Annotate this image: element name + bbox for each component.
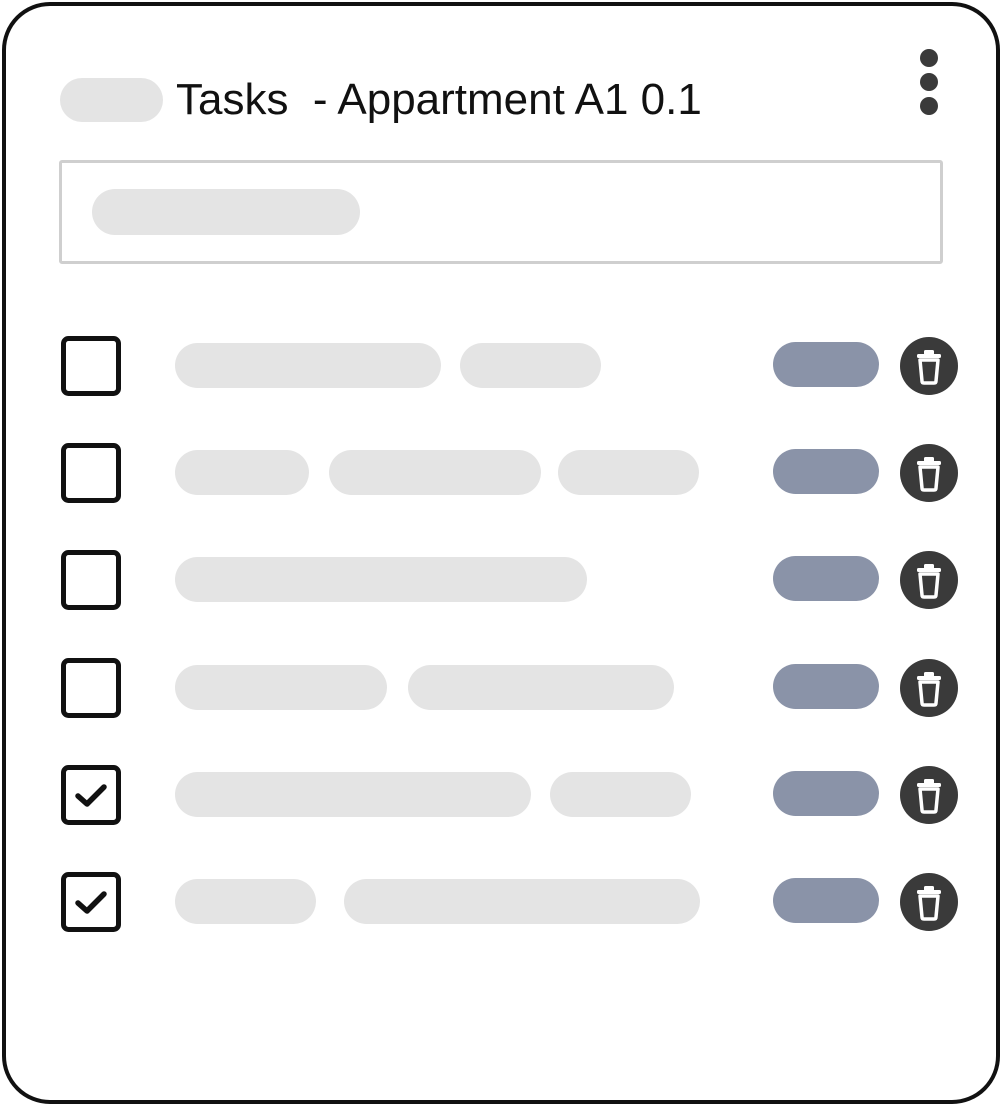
delete-task-button[interactable] xyxy=(900,873,958,931)
task-text-placeholder xyxy=(550,772,691,817)
checkbox-unchecked-icon xyxy=(61,336,121,396)
page-title: Tasks - Appartment A1 0.1 xyxy=(176,75,702,124)
task-text-placeholder xyxy=(344,879,700,924)
task-row xyxy=(0,433,1000,513)
checkbox-unchecked-icon xyxy=(61,443,121,503)
checkbox-checked-icon xyxy=(61,872,121,932)
task-row xyxy=(0,648,1000,728)
task-text-placeholder xyxy=(460,343,601,388)
delete-task-button[interactable] xyxy=(900,659,958,717)
task-tag[interactable] xyxy=(773,342,879,387)
trash-icon xyxy=(900,873,958,931)
trash-icon xyxy=(900,766,958,824)
trash-icon xyxy=(900,659,958,717)
trash-icon xyxy=(900,444,958,502)
task-text-placeholder xyxy=(175,450,309,495)
task-text-placeholder xyxy=(175,343,441,388)
task-tag[interactable] xyxy=(773,556,879,601)
task-row xyxy=(0,755,1000,835)
task-row xyxy=(0,540,1000,620)
checkbox-checked-icon xyxy=(61,765,121,825)
task-row xyxy=(0,862,1000,942)
task-checkbox[interactable] xyxy=(61,765,121,825)
task-checkbox[interactable] xyxy=(61,872,121,932)
task-text-placeholder xyxy=(329,450,541,495)
task-tag[interactable] xyxy=(773,449,879,494)
search-input[interactable] xyxy=(59,160,943,264)
delete-task-button[interactable] xyxy=(900,444,958,502)
trash-icon xyxy=(900,551,958,609)
trash-icon xyxy=(900,337,958,395)
checkmark-icon xyxy=(75,784,107,807)
delete-task-button[interactable] xyxy=(900,766,958,824)
task-text-placeholder xyxy=(175,879,316,924)
task-checkbox[interactable] xyxy=(61,443,121,503)
task-tag[interactable] xyxy=(773,878,879,923)
task-tag[interactable] xyxy=(773,664,879,709)
checkbox-unchecked-icon xyxy=(61,658,121,718)
checkmark-icon xyxy=(75,891,107,914)
task-checkbox[interactable] xyxy=(61,658,121,718)
search-placeholder xyxy=(92,189,360,235)
task-tag[interactable] xyxy=(773,771,879,816)
task-text-placeholder xyxy=(558,450,699,495)
more-vertical-icon xyxy=(920,49,938,115)
delete-task-button[interactable] xyxy=(900,337,958,395)
task-checkbox[interactable] xyxy=(61,550,121,610)
checkbox-unchecked-icon xyxy=(61,550,121,610)
title-placeholder xyxy=(60,78,163,122)
task-text-placeholder xyxy=(175,772,531,817)
more-options-button[interactable] xyxy=(906,44,952,120)
task-text-placeholder xyxy=(175,665,387,710)
delete-task-button[interactable] xyxy=(900,551,958,609)
task-checkbox[interactable] xyxy=(61,336,121,396)
task-text-placeholder xyxy=(408,665,674,710)
task-row xyxy=(0,326,1000,406)
task-text-placeholder xyxy=(175,557,587,602)
